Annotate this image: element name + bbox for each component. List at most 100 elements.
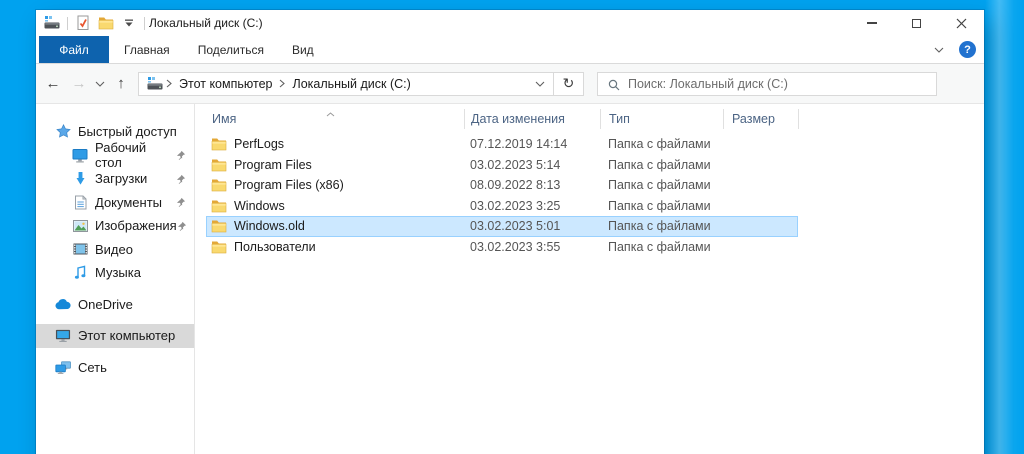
qat-dropdown-icon[interactable]	[121, 15, 137, 31]
ribbon-tab-2[interactable]: Поделиться	[185, 36, 277, 63]
sidebar-item-label: Музыка	[95, 265, 141, 281]
explorer-window: Локальный диск (C:) Файл Главная Поделитьс…	[36, 10, 984, 454]
folder-icon[interactable]	[98, 15, 114, 31]
sidebar-item[interactable]: Документы	[36, 191, 194, 215]
up-button[interactable]: ↑	[108, 71, 134, 97]
file-list-pane: Имя Дата изменения Тип Размер PerfLogs 07.12…	[195, 104, 984, 454]
sidebar-item[interactable]: OneDrive	[36, 293, 194, 317]
sidebar-item[interactable]: Рабочий стол	[36, 140, 194, 170]
chevron-down-icon	[532, 76, 548, 92]
address-bar[interactable]: Этот компьютер Локальный диск (C:) ↻	[138, 71, 584, 96]
check-document-icon[interactable]	[75, 15, 91, 31]
folder-icon	[211, 158, 227, 172]
file-modified-cell: 03.02.2023 3:25	[470, 198, 561, 213]
file-list: PerfLogs 07.12.2019 14:14 Папка с файлами P…	[195, 134, 984, 257]
ribbon-right-controls: ?	[931, 36, 984, 63]
documents-icon	[72, 194, 88, 210]
file-name: Program Files	[234, 157, 312, 172]
video-icon	[72, 241, 88, 257]
search-box	[597, 71, 937, 96]
star-icon	[55, 124, 71, 140]
file-row[interactable]: Windows.old 03.02.2023 5:01 Папка с файлам…	[206, 216, 798, 237]
sidebar-item-label: Рабочий стол	[95, 140, 147, 171]
file-row[interactable]: Пользователи 03.02.2023 3:55 Папка с файла…	[206, 237, 798, 258]
file-type-cell: Папка с файлами	[608, 198, 711, 213]
ribbon-tab-bar: Файл Главная Поделиться Вид ?	[36, 36, 984, 64]
search-input[interactable]	[598, 72, 936, 95]
folder-icon	[211, 199, 227, 213]
drive-icon	[147, 76, 163, 92]
breadcrumb-item[interactable]: Этот компьютер	[175, 77, 276, 91]
sidebar-item[interactable]: Сеть	[36, 356, 194, 380]
sidebar-item[interactable]: Загрузки	[36, 167, 194, 191]
ribbon-tab-3[interactable]: Вид	[279, 36, 327, 63]
search-icon	[608, 79, 620, 90]
column-header-modified[interactable]: Дата изменения	[465, 109, 601, 129]
arrow-left-icon: ←	[45, 75, 61, 92]
sidebar-item[interactable]: Этот компьютер	[36, 324, 194, 348]
file-name-cell: Windows.old	[207, 219, 464, 233]
navigation-pane: Быстрый доступ Рабочий стол Загрузки Докуме…	[36, 104, 195, 454]
window-controls	[849, 10, 984, 36]
sidebar-item[interactable]: Изображения	[36, 214, 194, 238]
minimize-button[interactable]	[849, 10, 894, 36]
sidebar-item-label: Видео	[95, 241, 133, 257]
file-modified-cell: 03.02.2023 5:14	[470, 157, 561, 172]
file-name-cell: Windows	[207, 199, 464, 213]
sidebar-item-label: OneDrive	[78, 296, 133, 312]
titlebar-separator	[67, 16, 68, 30]
window-title: Локальный диск (C:)	[149, 16, 263, 30]
ribbon-tab-file[interactable]: Файл	[39, 36, 109, 63]
downloads-icon	[72, 171, 88, 187]
file-type-cell: Папка с файлами	[608, 137, 711, 152]
column-header-type[interactable]: Тип	[601, 109, 724, 129]
sidebar-item[interactable]: Музыка	[36, 261, 194, 285]
back-button[interactable]: ←	[40, 71, 66, 97]
help-icon[interactable]: ?	[959, 41, 976, 58]
ribbon-tab-1[interactable]: Главная	[111, 36, 183, 63]
sort-ascending-icon	[326, 105, 335, 120]
title-bar: Локальный диск (C:)	[36, 10, 984, 36]
main-area: Быстрый доступ Рабочий стол Загрузки Докуме…	[36, 104, 984, 454]
folder-icon	[211, 137, 227, 151]
column-headers: Имя Дата изменения Тип Размер	[195, 104, 984, 134]
file-row[interactable]: PerfLogs 07.12.2019 14:14 Папка с файлами	[206, 134, 798, 155]
chevron-down-icon	[92, 76, 108, 92]
refresh-icon: ↻	[562, 75, 575, 91]
file-name: Windows.old	[234, 219, 305, 234]
file-type-cell: Папка с файлами	[608, 219, 711, 234]
chevron-down-icon[interactable]	[931, 42, 947, 58]
file-name-cell: Пользователи	[207, 240, 464, 254]
chevron-right-icon	[163, 79, 175, 88]
column-header-size[interactable]: Размер	[724, 109, 799, 129]
file-type-cell: Папка с файлами	[608, 178, 711, 193]
file-name-cell: Program Files (x86)	[207, 178, 464, 192]
titlebar-separator	[144, 16, 145, 30]
file-name-cell: PerfLogs	[207, 137, 464, 151]
onedrive-icon	[55, 296, 71, 312]
address-dropdown-button[interactable]	[527, 73, 553, 95]
pin-icon	[176, 150, 186, 161]
desktop: { "colors": { "desktop": "#00a2ef", "act…	[0, 0, 1024, 454]
file-type-cell: Папка с файлами	[608, 157, 711, 172]
music-icon	[72, 265, 88, 281]
close-button[interactable]	[939, 10, 984, 36]
sidebar-item[interactable]: Видео	[36, 238, 194, 262]
file-row[interactable]: Program Files 03.02.2023 5:14 Папка с файл…	[206, 155, 798, 176]
refresh-button[interactable]: ↻	[554, 73, 583, 95]
breadcrumb: Этот компьютер Локальный диск (C:)	[139, 76, 527, 92]
maximize-button[interactable]	[894, 10, 939, 36]
drive-icon	[44, 15, 60, 31]
breadcrumb-items: Этот компьютер Локальный диск (C:)	[163, 77, 415, 91]
breadcrumb-item[interactable]: Локальный диск (C:)	[288, 77, 414, 91]
network-icon	[55, 359, 71, 375]
file-modified-cell: 08.09.2022 8:13	[470, 178, 561, 193]
forward-button[interactable]: →	[66, 71, 92, 97]
file-row[interactable]: Program Files (x86) 08.09.2022 8:13 Папка …	[206, 175, 798, 196]
file-row[interactable]: Windows 03.02.2023 3:25 Папка с файлами	[206, 196, 798, 217]
folder-icon	[211, 219, 227, 233]
file-type-cell: Папка с файлами	[608, 239, 711, 254]
file-name-cell: Program Files	[207, 158, 464, 172]
recent-locations-button[interactable]	[92, 71, 108, 97]
sidebar-item-label: Документы	[95, 194, 163, 210]
